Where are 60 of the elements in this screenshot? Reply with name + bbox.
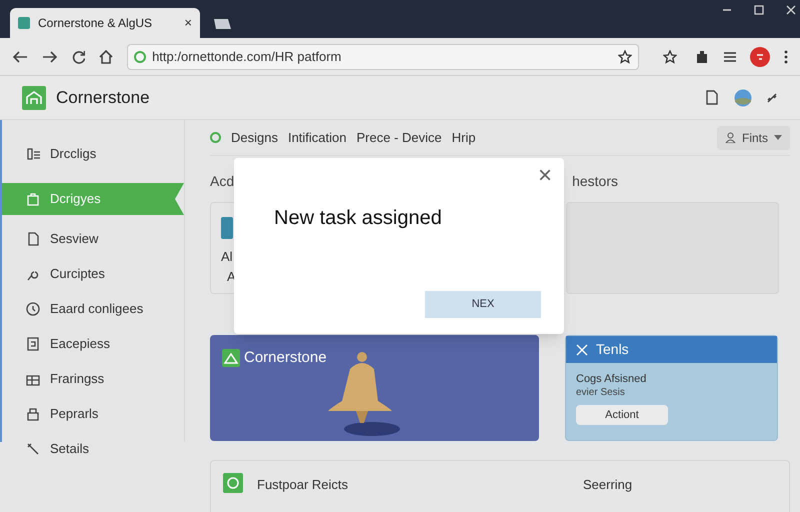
list-text: Seerring — [583, 476, 632, 494]
app-title: Cornerstone — [56, 86, 151, 109]
bookmark-star-icon[interactable] — [618, 50, 632, 64]
filter-button[interactable]: Fints — [716, 126, 790, 150]
sidebar-item-icon — [26, 146, 40, 160]
url-text: http:/ornettondе.com/HR patform — [152, 48, 342, 66]
back-icon[interactable] — [12, 50, 28, 64]
banner-title: Cornerstone — [244, 348, 327, 368]
star-icon[interactable] — [663, 50, 677, 64]
favicon-icon — [18, 17, 30, 29]
sidebar-item[interactable]: Eaard conligees — [2, 291, 184, 326]
sidebar-item-icon — [26, 442, 40, 456]
tab-close-button[interactable]: × — [184, 13, 192, 33]
home-icon[interactable] — [99, 50, 114, 64]
nav-link[interactable]: Intification — [288, 128, 347, 148]
tasks-title: Tenls — [596, 340, 629, 359]
tab-title: Cornerstone & AlgUS — [38, 15, 154, 32]
section-heading: Acd — [210, 172, 234, 191]
sidebar-item-icon — [26, 192, 40, 206]
logo-icon — [22, 86, 46, 110]
more-icon[interactable] — [784, 50, 788, 64]
new-tab-icon[interactable] — [212, 18, 232, 30]
sidebar-item[interactable]: Eacepiess — [2, 326, 184, 361]
task-text: Cogs Afsisned — [576, 373, 648, 386]
sidebar-item-icon — [26, 336, 40, 350]
forward-icon[interactable] — [42, 50, 58, 64]
sidebar-item[interactable]: Fraringss — [2, 361, 184, 396]
extension-icon[interactable] — [694, 50, 709, 64]
nav-link[interactable]: Hrip — [452, 128, 476, 148]
dialog-title: New task assigned — [274, 206, 442, 231]
maximize-icon[interactable] — [754, 5, 764, 15]
profile-avatar-icon[interactable] — [750, 46, 770, 66]
list-text: Fustpoar Reicts — [257, 476, 350, 494]
address-bar[interactable]: http:/ornettondе.com/HR patform — [127, 44, 640, 70]
close-icon[interactable] — [786, 5, 796, 15]
sidebar-item[interactable]: Curciptes — [2, 256, 184, 291]
section-heading: hestors — [572, 172, 618, 191]
sidebar-item[interactable]: Peprarls — [2, 396, 184, 431]
reload-icon[interactable] — [72, 50, 86, 64]
menu-icon[interactable] — [722, 50, 736, 62]
sidebar-item[interactable]: Setails — [2, 431, 184, 466]
sidebar-item-icon — [26, 406, 40, 420]
sidebar-item[interactable]: Drccligs — [2, 136, 184, 171]
action-button[interactable]: Actiont — [576, 405, 668, 425]
sidebar-item[interactable]: Sesview — [2, 221, 184, 256]
nav-link[interactable]: Prece - Device — [356, 128, 442, 148]
next-button[interactable]: NEX — [425, 291, 541, 318]
nav-link[interactable]: Designs — [231, 128, 278, 148]
close-button[interactable]: × — [538, 164, 552, 188]
card-text: Al — [221, 248, 234, 266]
logo-icon — [222, 349, 240, 368]
list-item-icon — [223, 473, 243, 493]
card-icon — [221, 217, 233, 239]
caret-icon — [774, 135, 782, 140]
sidebar-item-icon — [26, 302, 40, 316]
person-icon — [724, 132, 736, 143]
document-icon[interactable] — [706, 90, 718, 105]
task-text: evier Sesis — [576, 386, 626, 399]
browser-tab[interactable]: Cornerstone & AlgUS × — [10, 8, 200, 38]
sidebar-item-icon — [26, 232, 40, 246]
